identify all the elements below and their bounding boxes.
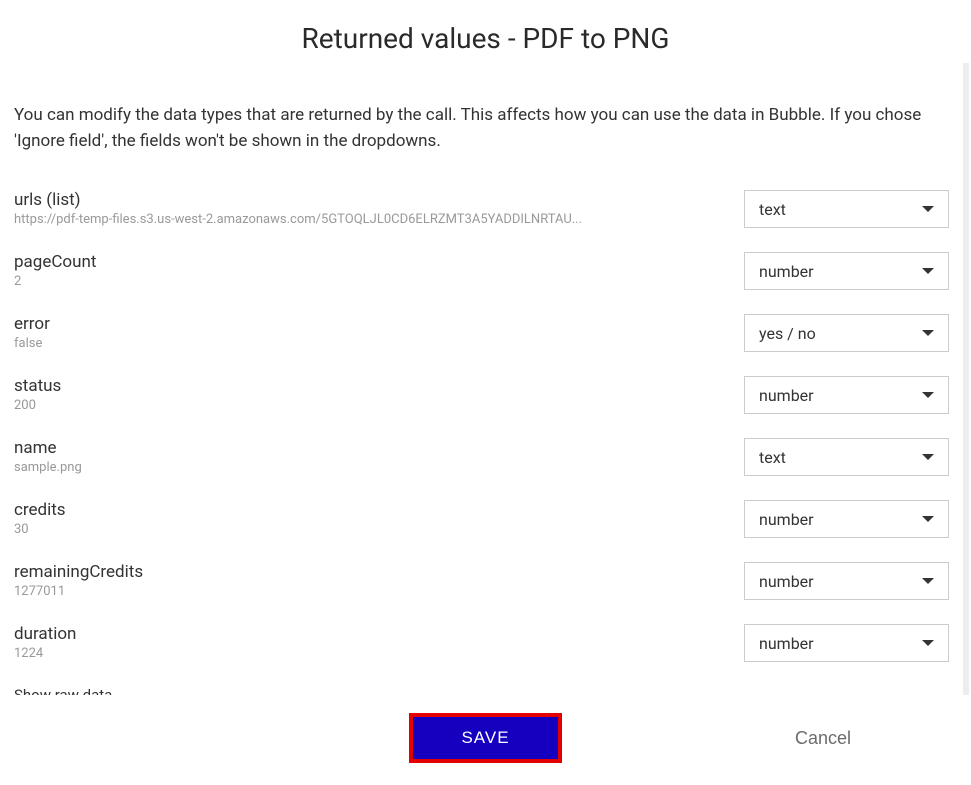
field-sample-value: 2	[14, 274, 614, 289]
field-row: credits 30 number	[14, 500, 949, 538]
field-label: duration	[14, 624, 614, 644]
field-row: duration 1224 number	[14, 624, 949, 662]
field-info: pageCount 2	[14, 252, 614, 289]
chevron-down-icon	[922, 206, 934, 212]
field-info: error false	[14, 314, 614, 351]
field-row: name sample.png text	[14, 438, 949, 476]
modal-header: Returned values - PDF to PNG	[0, 0, 971, 63]
chevron-down-icon	[922, 516, 934, 522]
type-select-value: text	[759, 448, 786, 467]
chevron-down-icon	[922, 330, 934, 336]
type-select-value: text	[759, 200, 786, 219]
modal-body[interactable]: You can modify the data types that are r…	[0, 63, 969, 695]
modal-title: Returned values - PDF to PNG	[0, 22, 971, 55]
field-label: error	[14, 314, 614, 334]
field-sample-value: 200	[14, 398, 614, 413]
field-label: name	[14, 438, 614, 458]
field-label: remainingCredits	[14, 562, 614, 582]
field-sample-value: false	[14, 336, 614, 351]
field-info: status 200	[14, 376, 614, 413]
type-select-value: number	[759, 386, 814, 405]
description-text: You can modify the data types that are r…	[14, 103, 944, 154]
save-button-highlight: SAVE	[409, 713, 561, 763]
field-row: pageCount 2 number	[14, 252, 949, 290]
type-select[interactable]: number	[744, 500, 949, 538]
type-select[interactable]: number	[744, 252, 949, 290]
cancel-button[interactable]: Cancel	[795, 728, 851, 749]
field-sample-value: https://pdf-temp-files.s3.us-west-2.amaz…	[14, 212, 614, 227]
show-raw-data-link[interactable]: Show raw data	[14, 686, 949, 695]
modal-footer: SAVE Cancel	[0, 695, 971, 785]
field-label: status	[14, 376, 614, 396]
returned-values-modal: Returned values - PDF to PNG You can mod…	[0, 0, 971, 785]
type-select[interactable]: number	[744, 624, 949, 662]
chevron-down-icon	[922, 268, 934, 274]
chevron-down-icon	[922, 578, 934, 584]
type-select-value: number	[759, 262, 814, 281]
field-info: credits 30	[14, 500, 614, 537]
chevron-down-icon	[922, 392, 934, 398]
field-row: error false yes / no	[14, 314, 949, 352]
field-info: duration 1224	[14, 624, 614, 661]
field-row: urls (list) https://pdf-temp-files.s3.us-…	[14, 190, 949, 228]
field-label: pageCount	[14, 252, 614, 272]
type-select[interactable]: text	[744, 438, 949, 476]
type-select[interactable]: number	[744, 376, 949, 414]
type-select[interactable]: text	[744, 190, 949, 228]
field-sample-value: 1277011	[14, 584, 614, 599]
type-select-value: yes / no	[759, 324, 816, 343]
chevron-down-icon	[922, 454, 934, 460]
field-sample-value: 30	[14, 522, 614, 537]
type-select-value: number	[759, 510, 814, 529]
chevron-down-icon	[922, 640, 934, 646]
field-info: name sample.png	[14, 438, 614, 475]
type-select-value: number	[759, 634, 814, 653]
type-select[interactable]: number	[744, 562, 949, 600]
field-row: remainingCredits 1277011 number	[14, 562, 949, 600]
field-sample-value: 1224	[14, 646, 614, 661]
field-info: remainingCredits 1277011	[14, 562, 614, 599]
save-button[interactable]: SAVE	[413, 717, 557, 759]
field-label: credits	[14, 500, 614, 520]
field-label: urls (list)	[14, 190, 614, 210]
field-sample-value: sample.png	[14, 460, 614, 475]
field-row: status 200 number	[14, 376, 949, 414]
field-info: urls (list) https://pdf-temp-files.s3.us-…	[14, 190, 614, 227]
type-select[interactable]: yes / no	[744, 314, 949, 352]
type-select-value: number	[759, 572, 814, 591]
